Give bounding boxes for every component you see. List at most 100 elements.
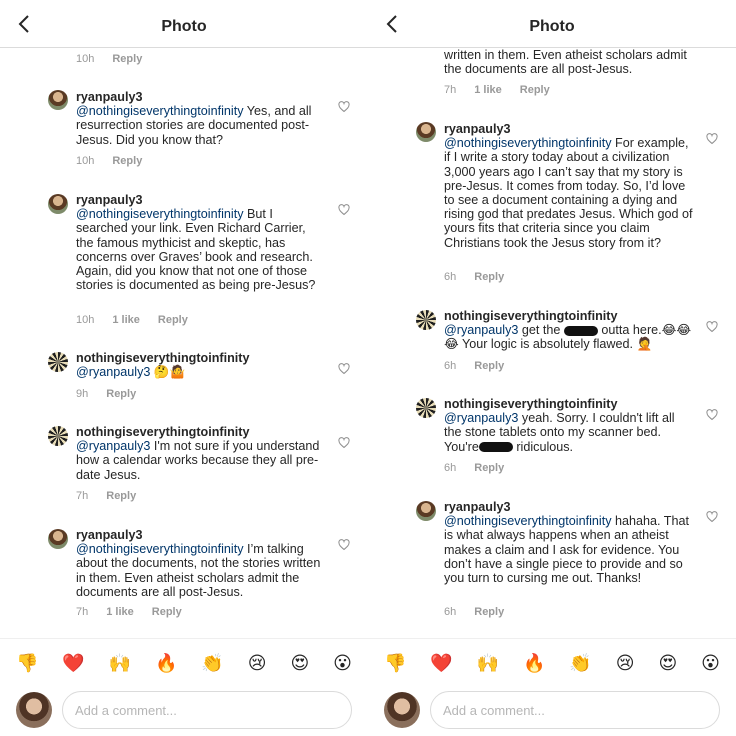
comment-time: 7h <box>444 84 457 96</box>
comment-text: ryanpauly3 @nothingiseverythingtoinfinit… <box>76 193 326 292</box>
comment-mention[interactable]: @nothingiseverythingtoinfinity <box>76 207 244 221</box>
comment-mention[interactable]: @nothingiseverythingtoinfinity <box>444 136 612 150</box>
emoji-heart[interactable]: ❤️ <box>430 653 452 673</box>
comment-username[interactable]: nothingiseverythingtoinfinity <box>76 425 326 439</box>
avatar[interactable] <box>416 310 436 330</box>
reply-button[interactable]: Reply <box>520 84 550 96</box>
heart-icon[interactable] <box>338 436 350 449</box>
heart-icon[interactable] <box>338 100 350 113</box>
avatar[interactable] <box>416 398 436 418</box>
header: Photo <box>368 0 736 48</box>
emoji-fire[interactable]: 🔥 <box>523 653 545 673</box>
photo-panel-right: Photo written in them. Even atheist scho… <box>368 0 736 736</box>
user-avatar <box>16 692 52 728</box>
avatar[interactable] <box>48 194 68 214</box>
comment-username[interactable]: nothingiseverythingtoinfinity <box>444 309 694 323</box>
comment-input[interactable] <box>430 691 720 729</box>
comment-meta: 10h Reply <box>76 155 142 167</box>
comment-body: For example, if I write a story today ab… <box>444 136 693 250</box>
comment-text: ryanpauly3 @nothingiseverythingtoinfinit… <box>444 500 694 585</box>
emoji-crying[interactable]: 😢 <box>248 653 267 673</box>
heart-icon[interactable] <box>706 132 718 145</box>
emoji-fire[interactable]: 🔥 <box>155 653 177 673</box>
avatar[interactable] <box>48 426 68 446</box>
emoji-thumbs-down[interactable]: 👎 <box>16 653 38 673</box>
comment-mention[interactable]: @nothingiseverythingtoinfinity <box>444 514 612 528</box>
comment-text: nothingiseverythingtoinfinity @ryanpauly… <box>76 351 326 379</box>
avatar[interactable] <box>48 352 68 372</box>
reply-button[interactable]: Reply <box>474 360 504 372</box>
reply-button[interactable]: Reply <box>106 490 136 502</box>
like-count[interactable]: 1 like <box>112 314 140 326</box>
avatar[interactable] <box>48 90 68 110</box>
comment-time: 6h <box>444 462 457 474</box>
emoji-raised-hands[interactable]: 🙌 <box>109 653 131 673</box>
comment-username[interactable]: ryanpauly3 <box>76 528 326 542</box>
emoji-surprised[interactable]: 😮 <box>333 653 352 673</box>
comment-time: 7h <box>76 490 89 502</box>
emoji-raised-hands[interactable]: 🙌 <box>477 653 499 673</box>
heart-icon[interactable] <box>338 538 350 551</box>
comment-username[interactable]: nothingiseverythingtoinfinity <box>76 351 326 365</box>
comments-list: written in them. Even atheist scholars a… <box>368 48 736 638</box>
comment-meta: 7h Reply <box>76 490 136 502</box>
comment-username[interactable]: ryanpauly3 <box>76 193 326 207</box>
comment-mention[interactable]: @ryanpauly3 <box>76 439 150 453</box>
comment-body: ridiculous. <box>512 439 574 454</box>
comment-meta: 10h Reply <box>76 53 142 65</box>
comment-username[interactable]: ryanpauly3 <box>76 90 326 104</box>
comment-mention[interactable]: @ryanpauly3 <box>444 411 518 425</box>
comment-text: ryanpauly3 @nothingiseverythingtoinfinit… <box>76 528 326 599</box>
comment-username[interactable]: nothingiseverythingtoinfinity <box>444 397 694 411</box>
heart-icon[interactable] <box>338 362 350 375</box>
comment-meta: 6h Reply <box>444 271 504 283</box>
emoji-heart[interactable]: ❤️ <box>62 653 84 673</box>
like-count[interactable]: 1 like <box>474 84 502 96</box>
avatar[interactable] <box>48 529 68 549</box>
emoji-clap[interactable]: 👏 <box>569 653 591 673</box>
emoji-crying[interactable]: 😢 <box>616 653 635 673</box>
comment-composer <box>368 686 736 736</box>
comment-composer <box>0 686 368 736</box>
reply-button[interactable]: Reply <box>152 606 182 618</box>
comment-text: nothingiseverythingtoinfinity @ryanpauly… <box>76 425 326 482</box>
avatar[interactable] <box>416 122 436 142</box>
comment-text: written in them. Even atheist scholars a… <box>444 48 694 76</box>
heart-icon[interactable] <box>338 203 350 216</box>
reply-button[interactable]: Reply <box>474 462 504 474</box>
comment-input[interactable] <box>62 691 352 729</box>
reply-button[interactable]: Reply <box>474 271 504 283</box>
comment-text: nothingiseverythingtoinfinity @ryanpauly… <box>444 397 694 454</box>
reply-button[interactable]: Reply <box>474 606 504 618</box>
reply-button[interactable]: Reply <box>112 155 142 167</box>
like-count[interactable]: 1 like <box>106 606 134 618</box>
heart-icon[interactable] <box>706 408 718 421</box>
avatar[interactable] <box>416 501 436 521</box>
emoji-heart-eyes[interactable]: 😍 <box>658 653 677 673</box>
redaction-mark <box>563 325 598 336</box>
emoji-surprised[interactable]: 😮 <box>701 653 720 673</box>
comment-mention[interactable]: @nothingiseverythingtoinfinity <box>76 542 244 556</box>
comment-meta: 6h Reply <box>444 462 504 474</box>
reply-button[interactable]: Reply <box>112 53 142 65</box>
comment-time: 6h <box>444 606 457 618</box>
comment-meta: 6h Reply <box>444 606 504 618</box>
comment-time: 6h <box>444 360 457 372</box>
comment-time: 6h <box>444 271 457 283</box>
heart-icon[interactable] <box>706 320 718 333</box>
emoji-heart-eyes[interactable]: 😍 <box>290 653 309 673</box>
comment-mention[interactable]: @ryanpauly3 <box>444 323 518 337</box>
heart-icon[interactable] <box>706 510 718 523</box>
user-avatar <box>384 692 420 728</box>
comment-username[interactable]: ryanpauly3 <box>444 500 694 514</box>
emoji-clap[interactable]: 👏 <box>201 653 223 673</box>
comment-body: written in them. Even atheist scholars a… <box>444 48 687 77</box>
comment-time: 7h <box>76 606 89 618</box>
reply-button[interactable]: Reply <box>106 388 136 400</box>
comment-username[interactable]: ryanpauly3 <box>444 122 694 136</box>
reply-button[interactable]: Reply <box>158 314 188 326</box>
comment-text: nothingiseverythingtoinfinity @ryanpauly… <box>444 309 694 352</box>
comment-mention[interactable]: @nothingiseverythingtoinfinity <box>76 104 244 118</box>
comment-mention[interactable]: @ryanpauly3 <box>76 365 150 379</box>
emoji-thumbs-down[interactable]: 👎 <box>384 653 406 673</box>
